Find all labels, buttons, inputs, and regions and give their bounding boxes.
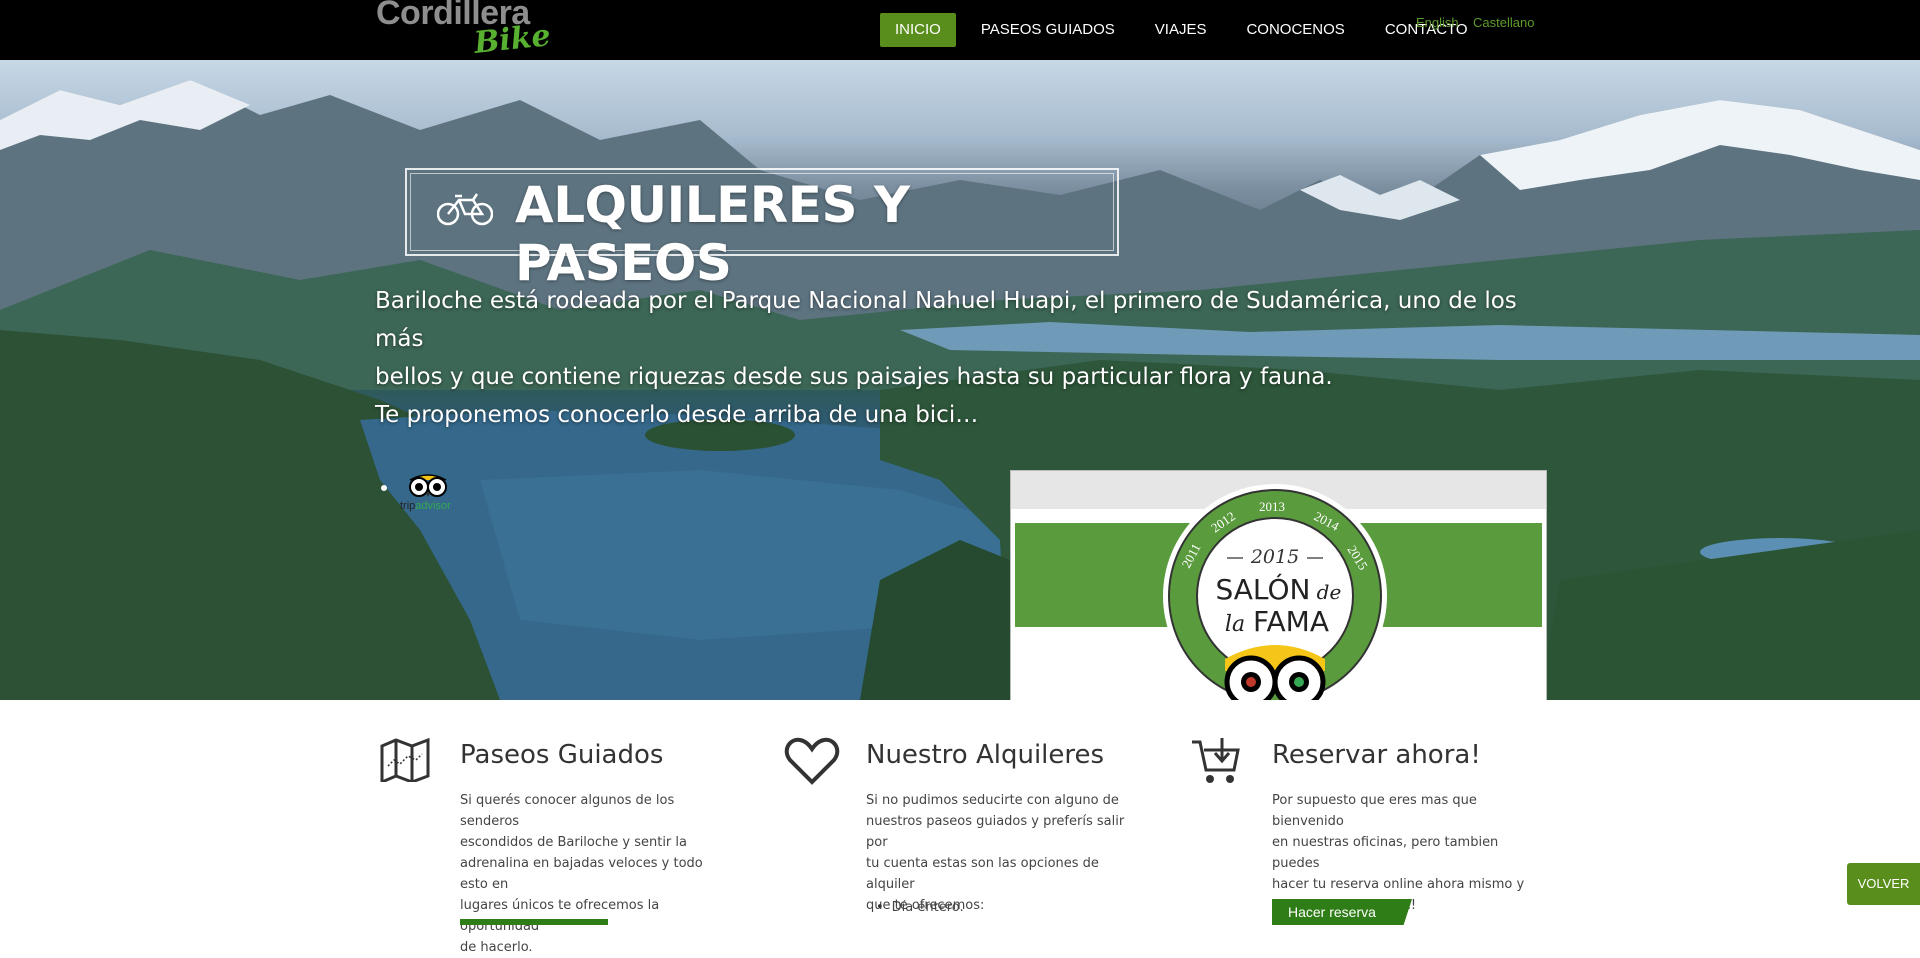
intro-line: Bariloche está rodeada por el Parque Nac… [375, 288, 1517, 352]
nav-item-inicio[interactable]: INICIO [880, 13, 956, 47]
tripadvisor-badge-small[interactable]: tripadvisor [398, 472, 458, 516]
hero-section: ALQUILERES Y PASEOS Bariloche está rodea… [0, 60, 1920, 700]
hero-intro: Bariloche está rodeada por el Parque Nac… [375, 282, 1525, 434]
intro-line: Te proponemos conocerlo desde arriba de … [375, 402, 979, 428]
feature-text-paseos: Si querés conocer algunos de los sendero… [460, 790, 730, 958]
feature-text-reservar: Por supuesto que eres mas que bienvenido… [1272, 790, 1542, 916]
tripadvisor-owl-icon [409, 474, 447, 497]
hacer-reserva-button[interactable]: Hacer reserva [1272, 899, 1412, 925]
tripadvisor-award-badge[interactable]: 2011 2012 2013 2014 2015 2015 SALÓN de l… [1010, 470, 1547, 700]
language-english-link[interactable]: English [1416, 15, 1459, 30]
heart-icon [784, 737, 840, 785]
award-fama: FAMA [1253, 605, 1329, 638]
feature-title-reservar: Reservar ahora! [1272, 740, 1481, 770]
feature-text-line: hacer tu reserva online ahora mismo y [1272, 877, 1525, 892]
feature-title-paseos: Paseos Guiados [460, 740, 664, 770]
feature-text-line: de hacerlo. [460, 940, 533, 955]
top-navbar: Cordillera Bike INICIO PASEOS GUIADOS VI… [0, 0, 1920, 61]
main-nav: INICIO PASEOS GUIADOS VIAJES CONOCENOS C… [880, 13, 1488, 47]
paseos-button-partial[interactable] [460, 919, 608, 925]
award-la: la [1225, 612, 1245, 637]
hall-of-fame-emblem: 2011 2012 2013 2014 2015 2015 SALÓN de l… [1163, 484, 1387, 700]
nav-item-conocenos[interactable]: CONOCENOS [1226, 13, 1364, 47]
feature-text-line: en nuestras oficinas, pero tambien puede… [1272, 835, 1499, 871]
features-section: Paseos Guiados Si querés conocer algunos… [0, 700, 1920, 955]
cart-icon [1192, 738, 1240, 783]
logo-subtext: Bike [472, 18, 553, 61]
feature-title-alquileres: Nuestro Alquileres [866, 740, 1105, 770]
intro-line: bellos y que contiene riquezas desde sus… [375, 364, 1333, 390]
hero-title-box: ALQUILERES Y PASEOS [405, 168, 1119, 292]
language-castellano-link[interactable]: Castellano [1473, 15, 1534, 30]
list-item: Día entero. [876, 900, 964, 915]
feature-text-line: Si no pudimos seducirte con alguno de [866, 793, 1119, 808]
nav-item-viajes[interactable]: VIAJES [1135, 13, 1227, 47]
award-year: 2015 [1250, 546, 1299, 568]
volver-button[interactable]: VOLVER [1847, 863, 1920, 905]
feature-text-line: adrenalina en bajadas veloces y todo est… [460, 856, 703, 892]
list-bullet [381, 485, 387, 491]
feature-text-line: nuestros paseos guiados y preferís salir… [866, 814, 1125, 850]
award-year-ring: 2013 [1259, 499, 1285, 514]
map-icon [380, 738, 430, 782]
nav-item-paseos-guiados[interactable]: PASEOS GUIADOS [961, 13, 1135, 47]
bicycle-icon [437, 193, 493, 226]
award-line1: SALÓN [1215, 572, 1310, 606]
award-de: de [1317, 580, 1342, 604]
tripadvisor-text-advisor: advisor [415, 500, 451, 512]
feature-text-line: Si querés conocer algunos de los sendero… [460, 793, 675, 829]
feature-text-line: escondidos de Bariloche y sentir la [460, 835, 687, 850]
logo[interactable]: Cordillera Bike [376, 0, 552, 61]
hero-title: ALQUILERES Y PASEOS [515, 176, 910, 292]
feature-text-line: lugares únicos te ofrecemos la oportunid… [460, 898, 660, 934]
feature-text-alquileres: Si no pudimos seducirte con alguno de nu… [866, 790, 1136, 916]
feature-text-line: tu cuenta estas son las opciones de alqu… [866, 856, 1099, 892]
tripadvisor-text-trip: trip [400, 500, 416, 512]
feature-text-line: Por supuesto que eres mas que bienvenido [1272, 793, 1477, 829]
